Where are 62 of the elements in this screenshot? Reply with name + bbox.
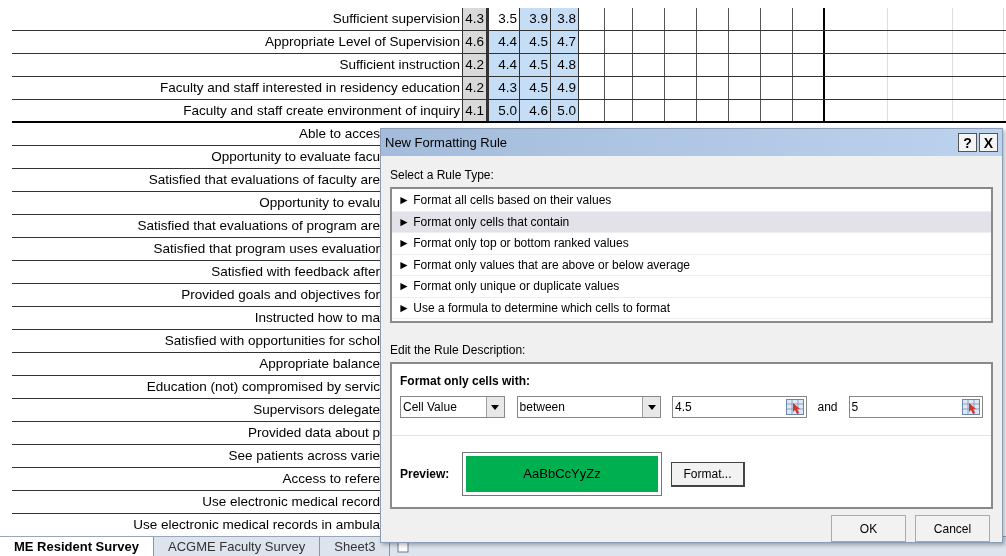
table-cell: 4.8 bbox=[551, 54, 579, 76]
table-cell: 4.2 bbox=[462, 54, 489, 76]
range-picker-icon[interactable] bbox=[962, 399, 980, 415]
table-cell: 4.5 bbox=[520, 77, 551, 99]
table-cell: 4.4 bbox=[489, 31, 520, 53]
row-label: Sufficient instruction bbox=[338, 56, 461, 74]
section-label: Select a Rule Type: bbox=[390, 167, 495, 184]
row-label: Satisfied that program uses evaluatior bbox=[152, 240, 380, 258]
close-button[interactable]: X bbox=[979, 133, 998, 152]
row-label: Education (not) compromised by servic bbox=[145, 378, 380, 396]
row-label: Appropriate balance bbox=[258, 355, 380, 373]
row-label: Sufficient supervision bbox=[331, 10, 461, 28]
cancel-button[interactable]: Cancel bbox=[915, 515, 990, 542]
input-field[interactable]: 5 bbox=[848, 396, 983, 418]
format-button[interactable]: Format... bbox=[671, 461, 745, 487]
row-label: Faculty and staff create environment of inquiry bbox=[182, 102, 461, 120]
row-label: Satisfied that evaluations of faculty are bbox=[147, 171, 380, 189]
operator-dropdown[interactable]: between bbox=[516, 396, 662, 418]
joiner-label: and bbox=[817, 399, 838, 416]
table-cell: 4.5 bbox=[520, 54, 551, 76]
row-label: Provided goals and objectives for bbox=[180, 286, 380, 304]
row-label: Use electronic medical records in ambula bbox=[132, 516, 380, 534]
table-cell: 4.6 bbox=[462, 31, 489, 53]
row-label: Able to acces bbox=[297, 125, 380, 143]
dialog-title: New Formatting Rule bbox=[385, 133, 508, 152]
row-label: Opportunity to evaluate facu bbox=[210, 148, 380, 166]
row-label: Instructed how to ma bbox=[253, 309, 380, 327]
row-label: Use electronic medical record bbox=[201, 493, 380, 511]
preview-text: AaBbCcYyZz bbox=[523, 465, 601, 484]
ok-button[interactable]: OK bbox=[831, 515, 906, 542]
section-label: Edit the Rule Description: bbox=[390, 342, 527, 359]
table-cell: 4.3 bbox=[462, 8, 489, 30]
row-label: Provided data about p bbox=[246, 424, 380, 442]
row-label: Faculty and staff interested in residency education bbox=[159, 79, 461, 97]
table-cell: 4.9 bbox=[551, 77, 579, 99]
row-label: Satisfied that evaluations of program are bbox=[136, 217, 380, 235]
condition-heading: Format only cells with: bbox=[400, 373, 532, 390]
table-cell: 4.5 bbox=[520, 31, 551, 53]
row-label: Supervisors delegate bbox=[252, 401, 380, 419]
row-label: See patients across varie bbox=[227, 447, 380, 465]
table-cell: 3.9 bbox=[520, 8, 551, 30]
range-picker-icon[interactable] bbox=[785, 399, 804, 415]
field-dropdown[interactable]: Cell Value bbox=[400, 396, 505, 418]
help-button[interactable]: ? bbox=[958, 133, 977, 152]
table-cell: 4.2 bbox=[462, 77, 489, 99]
table-cell: 3.8 bbox=[551, 8, 579, 30]
row-label: Appropriate Level of Supervision bbox=[263, 33, 461, 51]
preview-label: Preview: bbox=[400, 466, 451, 483]
table-cell: 4.4 bbox=[489, 54, 520, 76]
row-label: Opportunity to evalu bbox=[258, 194, 380, 212]
row-label: Satisfied with feedback after bbox=[210, 263, 380, 281]
table-cell: 4.1 bbox=[462, 100, 489, 121]
table-cell: 4.7 bbox=[551, 31, 579, 53]
input-field[interactable]: 4.5 bbox=[672, 396, 807, 418]
sheet-tab[interactable]: ME Resident Survey bbox=[0, 537, 154, 556]
table-cell: 4.3 bbox=[489, 77, 520, 99]
row-label: Satisfied with opportunities for schol bbox=[163, 332, 380, 350]
rule-type-item[interactable]: ► Format only cells that contain bbox=[392, 211, 991, 233]
table-cell: 5.0 bbox=[489, 100, 520, 121]
table-cell: 4.6 bbox=[520, 100, 551, 121]
table-cell: 5.0 bbox=[551, 100, 579, 121]
row-label: Access to refere bbox=[281, 470, 380, 488]
